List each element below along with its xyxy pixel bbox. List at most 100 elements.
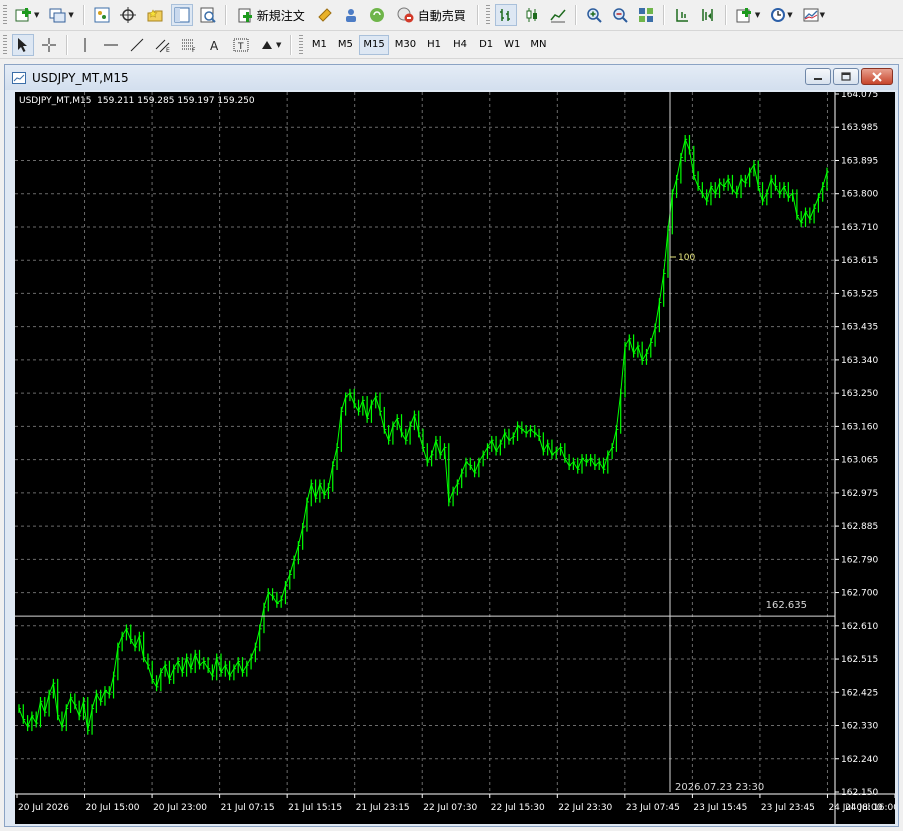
equidistant-channel-button[interactable]: E bbox=[152, 34, 174, 56]
toolbar-grip[interactable] bbox=[3, 34, 7, 55]
zoom-out-icon bbox=[613, 8, 628, 23]
timeframe-m15[interactable]: M15 bbox=[359, 34, 389, 55]
periods-button[interactable]: ▼ bbox=[767, 4, 795, 26]
drawing-toolbar: E F A T ▼ M1 M5 M15 M30 H1 H4 D1 W1 MN bbox=[0, 31, 903, 59]
line-chart-icon bbox=[550, 9, 566, 23]
price-axis-label: 163.525 bbox=[841, 289, 878, 299]
price-chart[interactable]: 164.075 163.985 163.895 163.800 163.710 163.6… bbox=[15, 92, 895, 824]
time-axis-label: 23 Jul 23:45 bbox=[761, 803, 815, 813]
tile-windows-button[interactable] bbox=[635, 4, 657, 26]
horizontal-line-button[interactable] bbox=[100, 34, 122, 56]
crosshair-price-label: 162.635 bbox=[766, 600, 807, 611]
signals-button[interactable] bbox=[366, 4, 388, 26]
trendline-icon bbox=[130, 38, 144, 51]
trendline-button[interactable] bbox=[126, 34, 148, 56]
toolbar-grip[interactable] bbox=[485, 5, 490, 25]
toolbar-separator bbox=[82, 5, 85, 25]
new-order-label: 新規注文 bbox=[256, 8, 305, 23]
new-chart-button[interactable]: ▼ bbox=[12, 4, 42, 26]
autoscroll-button[interactable] bbox=[697, 4, 719, 26]
time-axis-label: 23 Jul 15:45 bbox=[693, 803, 747, 813]
cursor-tool-button[interactable] bbox=[12, 33, 34, 56]
favorites-button[interactable] bbox=[143, 4, 167, 26]
templates-button[interactable]: ▼ bbox=[800, 4, 828, 26]
toolbar-separator bbox=[724, 5, 727, 25]
price-axis-label: 163.710 bbox=[841, 223, 878, 233]
minimize-button[interactable] bbox=[805, 68, 831, 85]
metaeditor-button[interactable] bbox=[314, 4, 336, 26]
price-axis-label: 162.425 bbox=[841, 688, 878, 698]
main-toolbar: ▼ ▼ 新規注文 自動売買 ▼ ▼ ▼ bbox=[0, 0, 903, 31]
new-order-icon bbox=[238, 8, 252, 23]
price-axis-label: 163.250 bbox=[841, 389, 878, 399]
auto-trading-button[interactable]: 自動売買 bbox=[392, 4, 471, 26]
price-axis-label: 162.790 bbox=[841, 555, 878, 565]
text-tool-button[interactable]: A bbox=[204, 34, 226, 56]
price-axis-label: 162.885 bbox=[841, 522, 878, 532]
timeframe-h1[interactable]: H1 bbox=[422, 35, 446, 55]
line-chart-button[interactable] bbox=[547, 4, 569, 26]
fibonacci-button[interactable]: F bbox=[178, 34, 200, 56]
bar-chart-button[interactable] bbox=[494, 4, 517, 26]
restore-button[interactable] bbox=[833, 68, 859, 85]
indicators-button[interactable]: ▼ bbox=[733, 4, 763, 26]
time-axis-label: 20 Jul 23:00 bbox=[153, 803, 207, 813]
restore-icon bbox=[841, 72, 851, 81]
text-label-button[interactable]: T bbox=[230, 34, 252, 56]
zoom-out-button[interactable] bbox=[609, 4, 631, 26]
auto-trading-icon bbox=[397, 7, 414, 23]
community-button[interactable] bbox=[340, 4, 362, 26]
price-axis-label: 162.610 bbox=[841, 622, 878, 632]
candlestick-icon bbox=[526, 8, 537, 22]
profiles-button[interactable]: ▼ bbox=[46, 4, 76, 26]
zoom-in-button[interactable] bbox=[583, 4, 605, 26]
minimize-icon bbox=[814, 77, 822, 80]
timeframe-h4[interactable]: H4 bbox=[448, 35, 472, 55]
clock-icon bbox=[771, 8, 786, 22]
market-watch-button[interactable] bbox=[91, 4, 113, 26]
channel-icon: E bbox=[155, 39, 170, 53]
time-axis-label: 22 Jul 23:30 bbox=[558, 803, 612, 813]
timeframe-mn[interactable]: MN bbox=[526, 35, 550, 55]
terminal-button[interactable] bbox=[170, 4, 193, 26]
crosshair-nav-button[interactable] bbox=[117, 4, 139, 26]
svg-text:A: A bbox=[210, 39, 219, 53]
chart-shift-button[interactable] bbox=[671, 4, 693, 26]
timeframe-m30[interactable]: M30 bbox=[391, 35, 420, 55]
time-axis-label: 21 Jul 07:15 bbox=[221, 803, 275, 813]
arrows-button[interactable]: ▼ bbox=[256, 34, 284, 56]
crosshair-bar-count: 100 bbox=[678, 253, 695, 263]
new-order-button[interactable]: 新規注文 bbox=[233, 4, 310, 26]
price-axis-label: 163.895 bbox=[841, 156, 878, 166]
timeframe-d1[interactable]: D1 bbox=[474, 35, 498, 55]
price-axis-label: 164.075 bbox=[841, 92, 878, 100]
price-axis-label: 163.985 bbox=[841, 123, 878, 133]
window-titlebar[interactable]: USDJPY_MT,M15 bbox=[5, 65, 898, 90]
cursor-icon bbox=[18, 37, 27, 52]
new-chart-icon bbox=[15, 8, 31, 22]
market-watch-icon bbox=[94, 7, 110, 23]
template-icon bbox=[803, 8, 819, 22]
candlestick-button[interactable] bbox=[521, 4, 543, 26]
vertical-line-icon bbox=[84, 37, 86, 52]
timeframe-w1[interactable]: W1 bbox=[500, 35, 524, 55]
tester-button[interactable] bbox=[197, 4, 219, 26]
horizontal-line-icon bbox=[104, 44, 118, 45]
toolbar-grip[interactable] bbox=[299, 34, 304, 55]
vertical-line-button[interactable] bbox=[74, 34, 96, 56]
terminal-icon bbox=[174, 7, 190, 23]
text-icon: A bbox=[210, 39, 219, 53]
auto-trading-label: 自動売買 bbox=[417, 8, 466, 23]
indicators-icon bbox=[736, 8, 751, 23]
toolbar-separator bbox=[224, 5, 227, 25]
time-axis-label: 20 Jul 2026 bbox=[18, 803, 69, 813]
price-chart-canvas[interactable]: 164.075 163.985 163.895 163.800 163.710 163.6… bbox=[15, 92, 895, 824]
crosshair-tool-button[interactable] bbox=[38, 34, 60, 56]
svg-text:T: T bbox=[237, 42, 244, 52]
timeframe-m5[interactable]: M5 bbox=[333, 35, 357, 55]
zoom-in-icon bbox=[587, 8, 602, 23]
window-title: USDJPY_MT,M15 bbox=[32, 70, 129, 85]
timeframe-m1[interactable]: M1 bbox=[307, 35, 331, 55]
close-button[interactable] bbox=[861, 68, 893, 85]
toolbar-grip[interactable] bbox=[3, 5, 7, 25]
